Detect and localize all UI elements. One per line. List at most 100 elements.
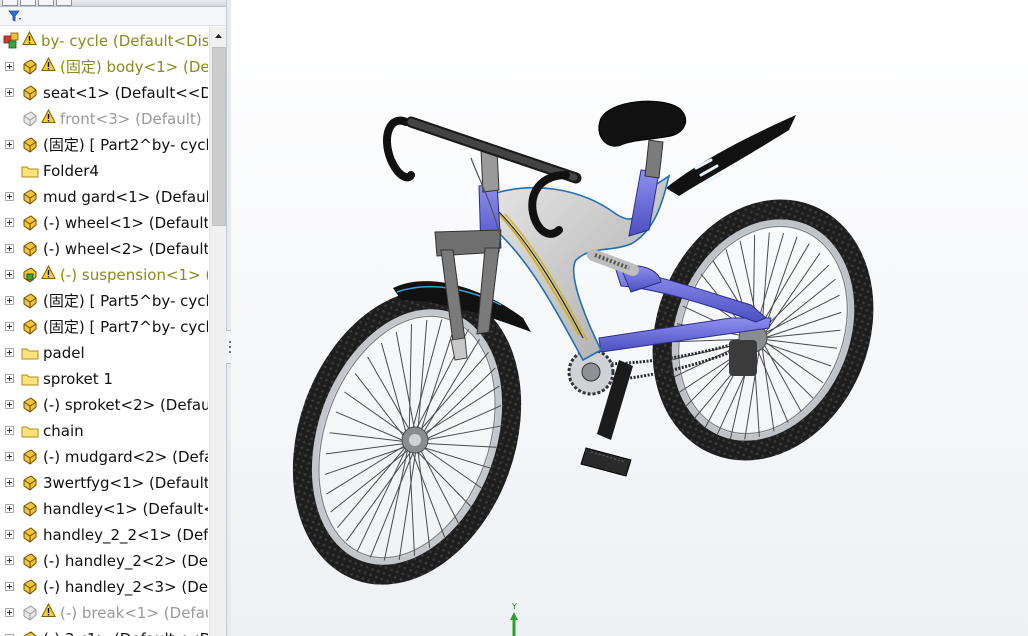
folder-icon xyxy=(21,370,39,388)
expand-icon[interactable] xyxy=(5,504,14,513)
spoke xyxy=(760,278,836,340)
suppressed-part-icon xyxy=(21,110,39,128)
tree-item[interactable]: (-) suspension<1> (D xyxy=(0,262,208,288)
tree-item-label: (-) 3<1> (Default<<De xyxy=(43,630,208,636)
expand-icon[interactable] xyxy=(5,582,14,591)
expand-icon[interactable] xyxy=(5,348,14,357)
tree-item[interactable]: (-) handley_2<3> (Defa xyxy=(0,574,208,600)
part-icon xyxy=(21,474,39,492)
scroll-thumb[interactable] xyxy=(212,47,226,226)
tab-feature-manager[interactable] xyxy=(2,0,18,6)
part-icon xyxy=(21,578,39,596)
tree-item-label: (固定) body<1> (Def xyxy=(60,58,208,76)
tree-item-label: (固定) [ Part2^by- cycle xyxy=(43,136,208,154)
expand-icon[interactable] xyxy=(5,140,14,149)
part-icon xyxy=(21,58,39,76)
tree-item[interactable]: handley_2_2<1> (Defau xyxy=(0,522,208,548)
tree-item[interactable]: mud gard<1> (Default xyxy=(0,184,208,210)
expand-icon[interactable] xyxy=(5,218,14,227)
tree-item[interactable]: (-) 3<1> (Default<<De xyxy=(0,626,208,636)
expand-icon[interactable] xyxy=(5,478,14,487)
spoke xyxy=(335,411,410,444)
filter-bar xyxy=(0,7,226,26)
folder-icon xyxy=(21,422,39,440)
tree-item[interactable]: (固定) body<1> (Def xyxy=(0,54,208,80)
spoke xyxy=(337,442,410,529)
tree-item[interactable]: (-) mudgard<2> (Defau xyxy=(0,444,208,470)
tree-item[interactable]: chain xyxy=(0,418,208,444)
tree-item-label: (-) handley_2<2> (Defa xyxy=(43,552,208,570)
tree-item[interactable]: 3wertfyg<1> (Default< xyxy=(0,470,208,496)
expand-icon[interactable] xyxy=(5,374,14,383)
expand-icon[interactable] xyxy=(5,608,14,617)
tree-item[interactable]: seat<1> (Default<<De xyxy=(0,80,208,106)
expand-icon[interactable] xyxy=(5,270,14,279)
spoke xyxy=(760,311,842,340)
view-triad: Y xyxy=(510,602,518,636)
part-icon xyxy=(21,292,39,310)
folder-icon xyxy=(21,162,39,180)
warning-icon xyxy=(41,602,56,618)
part-icon xyxy=(21,240,39,258)
spoke xyxy=(330,442,418,513)
spoke xyxy=(346,442,418,542)
graphics-viewport[interactable]: Y xyxy=(231,0,1028,636)
spoke xyxy=(369,442,418,558)
tree-item-label: 3wertfyg<1> (Default< xyxy=(43,474,208,492)
tree-item[interactable]: padel xyxy=(0,340,208,366)
tree-item[interactable]: (-) wheel<2> (Default< xyxy=(0,236,208,262)
expand-icon[interactable] xyxy=(5,452,14,461)
expand-icon[interactable] xyxy=(5,244,14,253)
expand-icon[interactable] xyxy=(5,62,14,71)
tree-item-label: (-) suspension<1> (D xyxy=(60,266,208,284)
suppressed-part-icon xyxy=(21,604,39,622)
tree-item[interactable]: (固定) [ Part7^by- cycle xyxy=(0,314,208,340)
tree-item-label: Folder4 xyxy=(43,162,99,180)
spoke xyxy=(408,324,412,444)
rear-shock xyxy=(587,249,639,276)
tree-item[interactable]: (-) wheel<1> (Default< xyxy=(0,210,208,236)
tree-item[interactable]: handley<1> (Default< xyxy=(0,496,208,522)
tree-item-label: mud gard<1> (Default xyxy=(43,188,208,206)
expand-icon[interactable] xyxy=(5,400,14,409)
tree-item-label: sproket 1 xyxy=(43,370,113,388)
expand-icon[interactable] xyxy=(5,88,14,97)
tree-item-label: handley_2_2<1> (Defau xyxy=(43,526,208,544)
expand-icon[interactable] xyxy=(5,296,14,305)
tree-item[interactable]: (固定) [ Part5^by- cycle xyxy=(0,288,208,314)
filter-icon[interactable] xyxy=(8,9,22,23)
tree-item[interactable]: (-) sproket<2> (Default xyxy=(0,392,208,418)
tab-configuration-manager[interactable] xyxy=(38,0,54,6)
spoke xyxy=(760,338,802,412)
tree-item[interactable]: sproket 1 xyxy=(0,366,208,392)
scroll-up-button[interactable] xyxy=(210,27,226,44)
tree-item[interactable]: Folder4 xyxy=(0,158,208,184)
expand-icon[interactable] xyxy=(5,322,14,331)
part-icon xyxy=(21,500,39,518)
tab-property-manager[interactable] xyxy=(20,0,36,6)
expand-icon[interactable] xyxy=(5,556,14,565)
expand-icon[interactable] xyxy=(5,192,14,201)
tab-display-manager[interactable] xyxy=(56,0,72,6)
tree-item-label: seat<1> (Default<<De xyxy=(43,84,208,102)
spoke xyxy=(383,442,410,561)
tree-item[interactable]: front<3> (Default) xyxy=(0,106,208,132)
expand-icon[interactable] xyxy=(5,530,14,539)
warning-icon xyxy=(41,56,56,72)
tree-item[interactable]: (-) break<1> (Defaul xyxy=(0,600,208,626)
saddle xyxy=(598,100,687,179)
tree-root-assembly[interactable]: by- cycle (Default<Disp xyxy=(0,28,208,54)
bicycle-model xyxy=(292,100,874,585)
tree-item-label: (固定) [ Part7^by- cycle xyxy=(43,318,208,336)
spoke xyxy=(416,442,482,489)
solidworks-window: by- cycle (Default<Disp (固定) body<1> (De… xyxy=(0,0,1028,636)
spoke xyxy=(416,442,431,549)
tree-item[interactable]: (-) handley_2<2> (Defa xyxy=(0,548,208,574)
expand-icon[interactable] xyxy=(5,426,14,435)
panel-tabs xyxy=(0,0,226,7)
tree-scrollbar[interactable] xyxy=(209,27,226,636)
spoke xyxy=(416,338,480,444)
tree-item[interactable]: (固定) [ Part2^by- cycle xyxy=(0,132,208,158)
tree-item-label: (-) handley_2<3> (Defa xyxy=(43,578,208,596)
tree-item-label: padel xyxy=(43,344,85,362)
